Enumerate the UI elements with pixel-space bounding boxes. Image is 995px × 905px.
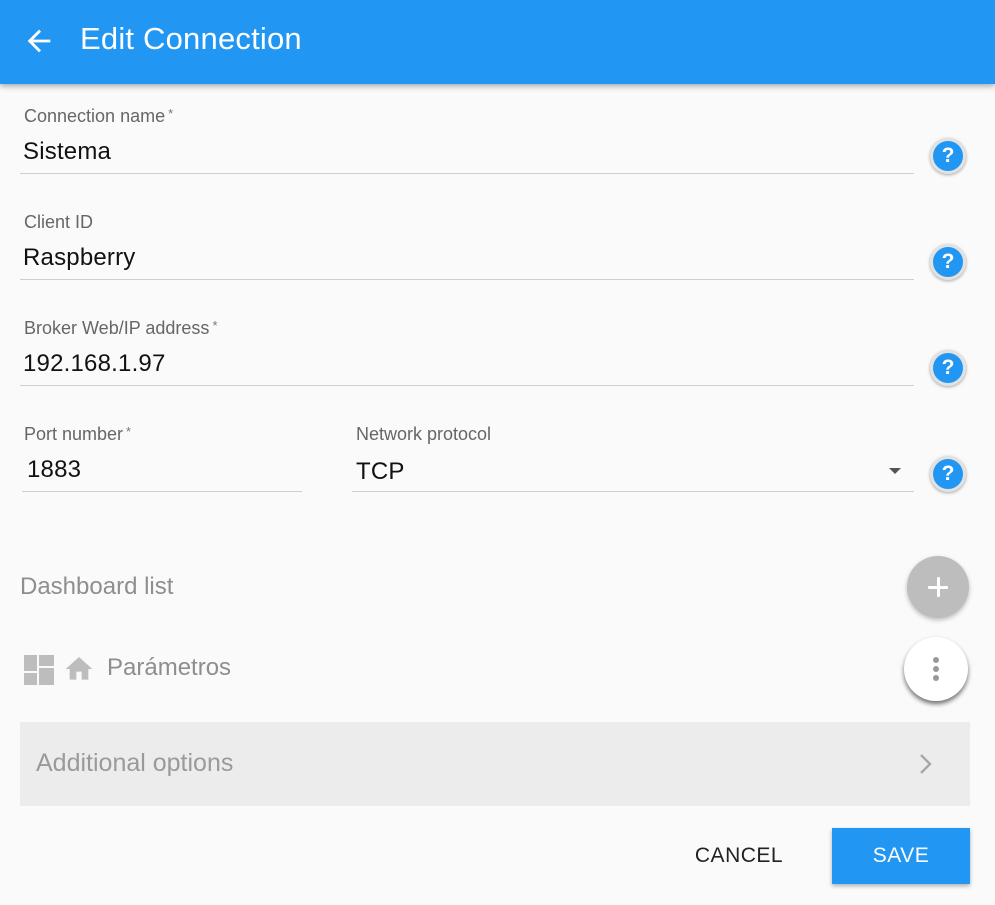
broker-address-label: Broker Web/IP address *	[24, 318, 218, 338]
additional-options-row[interactable]: Additional options	[20, 722, 970, 806]
help-icon[interactable]: ?	[930, 138, 966, 174]
help-icon[interactable]: ?	[930, 244, 966, 280]
client-id-underline	[20, 279, 914, 280]
dashboard-item-name[interactable]: Parámetros	[107, 654, 231, 682]
connection-name-label: Connection name *	[24, 106, 174, 126]
dashboard-icon	[24, 655, 54, 685]
client-id-input[interactable]: Raspberry	[23, 244, 136, 272]
connection-name-input[interactable]: Sistema	[23, 138, 111, 166]
help-icon[interactable]: ?	[930, 456, 966, 492]
dashboard-list-title: Dashboard list	[20, 573, 174, 600]
cancel-button[interactable]: CANCEL	[680, 830, 798, 882]
client-id-label: Client ID	[24, 212, 94, 232]
port-number-input[interactable]: 1883	[27, 456, 81, 484]
help-icon[interactable]: ?	[930, 350, 966, 386]
home-icon	[65, 657, 93, 680]
page-title: Edit Connection	[80, 21, 302, 56]
save-button[interactable]: SAVE	[832, 828, 970, 884]
additional-options-label: Additional options	[36, 749, 234, 777]
network-protocol-select[interactable]: TCP	[356, 458, 405, 486]
connection-name-underline	[20, 173, 914, 174]
broker-address-underline	[20, 385, 914, 386]
dropdown-arrow-icon[interactable]	[889, 468, 901, 474]
add-dashboard-button[interactable]	[907, 556, 969, 618]
more-options-icon[interactable]	[904, 637, 968, 701]
port-number-underline	[22, 491, 302, 492]
chevron-right-icon	[920, 754, 932, 774]
network-protocol-label: Network protocol	[356, 424, 492, 444]
broker-address-input[interactable]: 192.168.1.97	[23, 350, 166, 378]
arrow-left-icon[interactable]	[22, 24, 56, 58]
port-number-label: Port number *	[24, 424, 132, 444]
network-protocol-underline	[352, 491, 914, 492]
app-bar: Edit Connection	[0, 0, 995, 84]
